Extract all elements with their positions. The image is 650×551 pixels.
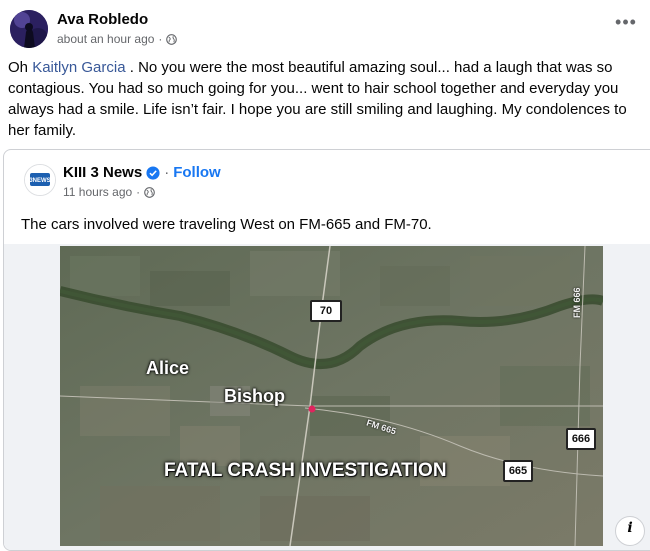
shared-post[interactable]: 3NEWS KIII 3 News · Follow 11 hours ago … xyxy=(3,149,650,551)
info-button[interactable]: i xyxy=(615,516,645,546)
avatar[interactable] xyxy=(10,10,48,48)
road-sign-666: 666 xyxy=(566,428,596,450)
road-label-fm666: FM 666 xyxy=(572,287,582,318)
news-page-name-row: KIII 3 News · Follow xyxy=(63,164,221,181)
news-time[interactable]: 11 hours ago xyxy=(63,185,132,199)
news-logo[interactable]: 3NEWS xyxy=(24,164,56,196)
post-header: Ava Robledo about an hour ago · ••• xyxy=(10,10,640,50)
news-meta: 11 hours ago · xyxy=(63,185,155,199)
author-name[interactable]: Ava Robledo xyxy=(57,11,148,28)
news-text: The cars involved were traveling West on… xyxy=(21,216,432,233)
follow-button[interactable]: Follow xyxy=(173,164,221,181)
road-sign-665: 665 xyxy=(503,460,533,482)
news-page-name[interactable]: KIII 3 News xyxy=(63,164,142,181)
more-options-button[interactable]: ••• xyxy=(614,13,638,36)
media-container[interactable]: Alice Bishop 70 666 665 FM 665 FM 666 FA… xyxy=(4,244,650,550)
globe-icon xyxy=(144,186,155,198)
map-label-alice: Alice xyxy=(146,358,190,378)
post-time[interactable]: about an hour ago xyxy=(57,32,154,46)
post-text: Oh Kaitlyn Garcia . No you were the most… xyxy=(8,59,627,139)
globe-icon xyxy=(166,33,178,45)
post-meta: about an hour ago · xyxy=(57,32,178,46)
mention-link[interactable]: Kaitlyn Garcia xyxy=(32,59,125,76)
news-logo-text: 3NEWS xyxy=(29,178,50,184)
separator-dot: · xyxy=(164,164,170,181)
verified-badge-icon xyxy=(146,165,160,180)
crash-banner: FATAL CRASH INVESTIGATION xyxy=(164,460,447,481)
map-label-bishop: Bishop xyxy=(224,386,285,406)
satellite-map xyxy=(60,246,603,546)
crash-location-marker xyxy=(308,405,316,413)
map-image[interactable]: Alice Bishop 70 666 665 FM 665 FM 666 FA… xyxy=(60,246,603,546)
road-sign-70: 70 xyxy=(310,300,342,322)
